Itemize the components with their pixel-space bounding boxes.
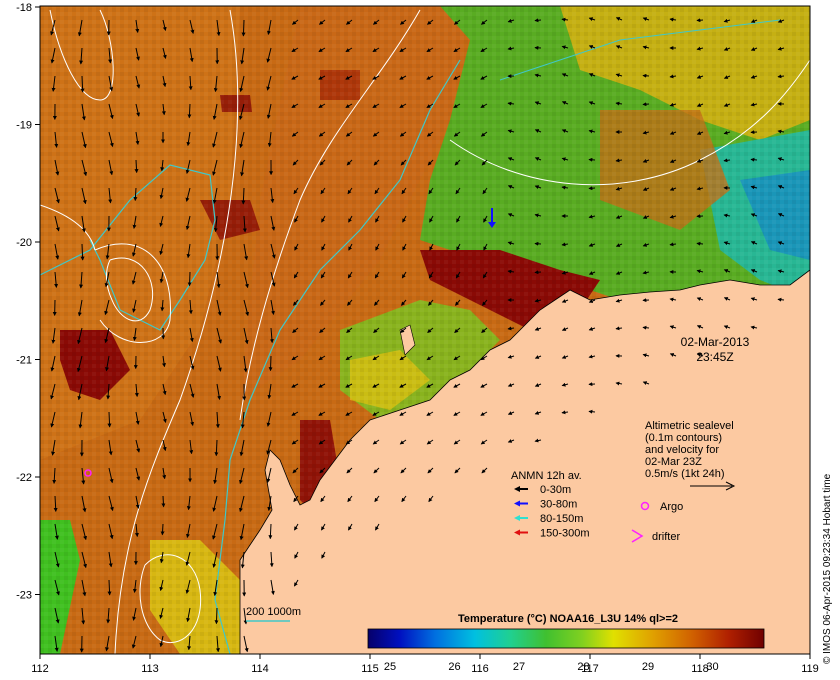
lat-tick-label: -23 <box>16 590 32 602</box>
colorbar-title: Temperature (°C) NOAA16_L3U 14% ql>=2 <box>458 613 678 625</box>
colorbar-tick-label: 25 <box>384 661 396 673</box>
colorbar-tick-label: 26 <box>448 661 460 673</box>
altimetry-line-3: and velocity for <box>645 444 719 456</box>
colorbar-tick-label: 27 <box>513 661 525 673</box>
altimetry-line-4: 02-Mar 23Z <box>645 456 702 468</box>
velocity-arrow <box>161 495 166 508</box>
argo-legend-label: Argo <box>660 501 683 513</box>
velocity-arrow <box>187 103 192 119</box>
anmn-item-label: 30-80m <box>540 499 577 511</box>
anmn-title: ANMN 12h av. <box>511 470 582 482</box>
lat-tick-label: -22 <box>16 472 32 484</box>
velocity-arrow <box>214 607 219 625</box>
velocity-arrow <box>160 523 165 536</box>
lon-tick-label: 119 <box>801 663 819 675</box>
velocity-arrow <box>241 19 246 37</box>
longitude-axis: 112 113 114 115 116 117 118 119 <box>31 654 819 675</box>
timestamp-date: 02-Mar-2013 <box>681 335 750 349</box>
anmn-item-label: 80-150m <box>540 513 583 525</box>
map-field <box>40 6 810 654</box>
colorbar-tick-label: 29 <box>642 661 654 673</box>
lat-tick-label: -20 <box>16 237 32 249</box>
lat-tick-label: -18 <box>16 2 32 14</box>
colorbar-labels: 25 26 27 28 29 30 <box>384 661 719 673</box>
anmn-item-label: 150-300m <box>540 528 590 540</box>
velocity-arrow <box>642 325 650 330</box>
velocity-arrow <box>588 409 596 414</box>
drifter-legend-label: drifter <box>652 531 680 543</box>
velocity-arrow <box>696 241 704 246</box>
velocity-arrow <box>134 159 139 174</box>
lon-tick-label: 115 <box>361 663 379 675</box>
velocity-arrow <box>107 579 112 596</box>
velocity-arrow <box>80 243 85 261</box>
velocity-arrow <box>534 18 542 23</box>
ocean-map: 112 113 114 115 116 117 118 119 -18-19-20-21-22… <box>16 2 833 675</box>
velocity-arrow <box>777 297 785 302</box>
altimetry-line-2: (0.1m contours) <box>645 432 722 444</box>
lon-tick-label: 114 <box>251 663 269 675</box>
anmn-item-label: 0-30m <box>540 484 571 496</box>
lat-tick-label: -21 <box>16 355 32 367</box>
altimetry-line-5: 0.5m/s (1kt 24h) <box>645 468 724 480</box>
velocity-arrow <box>750 157 758 162</box>
velocity-arrow <box>268 355 273 372</box>
colorbar-tick-label: 30 <box>706 661 718 673</box>
lon-tick-label: 113 <box>141 663 159 675</box>
lat-tick-label: -19 <box>16 120 32 132</box>
lon-tick-label: 112 <box>31 663 49 675</box>
colorbar-gradient <box>367 628 765 649</box>
colorbar-tick-label: 28 <box>577 661 589 673</box>
latitude-axis: -18 -19 -20 -21 -22 -23 <box>16 2 40 602</box>
credit-text: © IMOS 06-Apr-2015 09:23:34 Hobart time <box>822 473 833 664</box>
bathymetry-legend-label: 200 1000m <box>246 606 301 618</box>
timestamp-time: 23:45Z <box>696 350 733 364</box>
altimetry-line-1: Altimetric sealevel <box>645 420 734 432</box>
velocity-arrow <box>80 75 85 93</box>
velocity-arrow <box>107 411 112 428</box>
lon-tick-label: 116 <box>471 663 489 675</box>
